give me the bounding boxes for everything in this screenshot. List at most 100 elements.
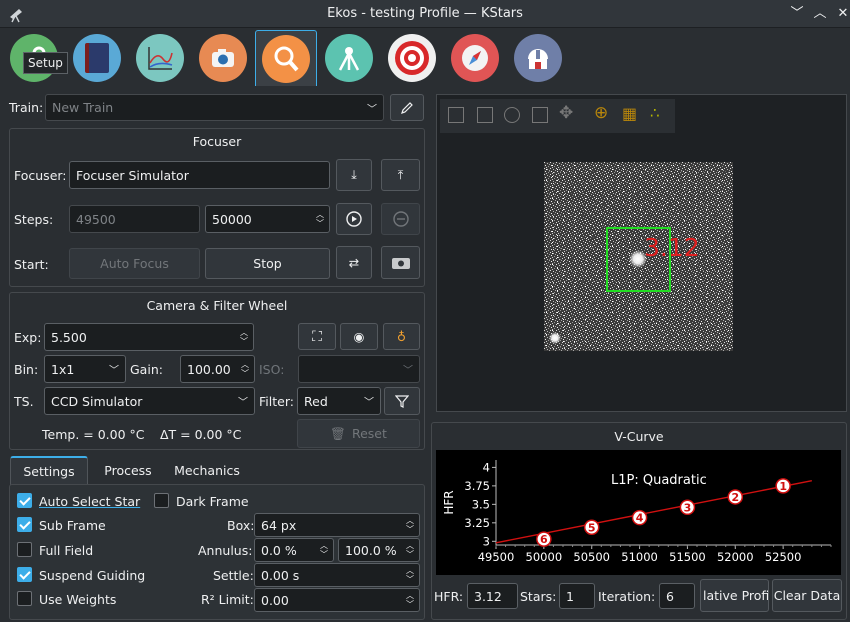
- spin-arrows-icon[interactable]: ︿ ﹀: [406, 589, 416, 611]
- tab-analyze[interactable]: [129, 30, 191, 86]
- train-select[interactable]: New Train ﹀: [45, 94, 384, 121]
- pan-arrows-icon[interactable]: ✥: [559, 103, 573, 123]
- spin-arrows-icon[interactable]: ︿ ﹀: [406, 514, 416, 536]
- reset-label: Reset: [351, 426, 387, 441]
- r2-limit-label: R² Limit:: [201, 592, 254, 607]
- annulus-max-spinbox[interactable]: 100.0 % ︿ ﹀: [338, 538, 420, 562]
- crosshair-toggle-icon[interactable]: [504, 107, 520, 123]
- spin-arrows-icon[interactable]: ︿ ﹀: [240, 324, 250, 350]
- fits-image-viewer[interactable]: ✥ ⊕ ▦ ∴ 3.12: [436, 94, 847, 412]
- close-icon[interactable]: ✕: [833, 4, 850, 24]
- zoom-in-icon[interactable]: [477, 107, 493, 123]
- stop-button[interactable]: Stop: [205, 248, 330, 279]
- tab-capture[interactable]: [192, 30, 254, 86]
- zoom-to-fit-icon[interactable]: [448, 107, 464, 123]
- grid-icon[interactable]: ▦: [622, 104, 637, 123]
- fit-frame-icon[interactable]: [532, 107, 548, 123]
- sub-frame-checkbox[interactable]: [17, 517, 32, 532]
- minimize-chevron-icon[interactable]: ﹀: [787, 4, 807, 24]
- spin-arrows-icon[interactable]: ︿ ﹀: [320, 539, 330, 561]
- tab-mechanics[interactable]: Mechanics: [166, 456, 248, 485]
- exposure-value: 5.500: [51, 329, 87, 345]
- v-curve-title: V-Curve: [614, 429, 664, 444]
- subframe-reset-button[interactable]: ⛶: [298, 323, 336, 350]
- spin-arrows-icon[interactable]: ︿ ﹀: [241, 356, 251, 382]
- observatory-dome-icon: [514, 34, 562, 82]
- exposure-spinbox[interactable]: 5.500 ︿ ﹀: [44, 323, 254, 351]
- start-label: Start:: [14, 257, 49, 272]
- funnel-icon: [395, 395, 409, 408]
- filter-value: Red: [304, 393, 328, 409]
- tab-observatory[interactable]: [507, 30, 569, 86]
- x-tick-label: 51500: [669, 550, 706, 564]
- capture-frame-button[interactable]: [381, 246, 420, 279]
- scheduler-notebook-icon: [73, 34, 121, 82]
- tab-settings[interactable]: Settings: [10, 456, 88, 485]
- y-tick-label: 3.75: [464, 479, 490, 493]
- tab-guide[interactable]: [444, 30, 506, 86]
- box-spinbox[interactable]: 64 px ︿ ﹀: [254, 513, 420, 537]
- annulus-min-spinbox[interactable]: 0.0 % ︿ ﹀: [254, 538, 334, 562]
- hfr-value: 3.12: [474, 588, 502, 604]
- steps-current-field: 49500: [69, 205, 200, 233]
- data-point-label: 2: [731, 491, 739, 504]
- full-field-label: Full Field: [39, 543, 94, 558]
- clear-data-button[interactable]: Clear Data: [772, 579, 842, 612]
- steps-target-spinbox[interactable]: 50000 ︿ ﹀: [205, 205, 330, 233]
- steps-target-value: 50000: [212, 211, 252, 227]
- camera-icon: [391, 257, 410, 269]
- focus-out-button[interactable]: ⤒: [381, 159, 420, 191]
- loop-button[interactable]: ⇄: [336, 246, 372, 279]
- ts-label: TS.: [14, 394, 34, 409]
- focus-in-button[interactable]: ⤓: [336, 159, 372, 191]
- dark-frame-checkbox[interactable]: [154, 493, 169, 508]
- target-icon[interactable]: ⊕: [594, 103, 608, 123]
- filter-select[interactable]: Red ﹀: [297, 387, 381, 415]
- settle-label: Settle:: [213, 568, 254, 583]
- auto-select-star-label: Auto Select Star: [39, 494, 141, 509]
- tab-process[interactable]: Process: [94, 456, 162, 485]
- reset-button[interactable]: 🗑 Reset: [297, 419, 420, 448]
- align-target-icon: [388, 34, 436, 82]
- goto-steps-button[interactable]: [336, 203, 372, 235]
- gain-spinbox[interactable]: 100.00 ︿ ﹀: [180, 355, 255, 383]
- trash-icon: 🗑: [330, 425, 346, 441]
- edit-train-button[interactable]: [390, 94, 424, 121]
- spin-arrows-icon[interactable]: ︿ ﹀: [316, 206, 326, 232]
- suspend-guiding-label: Suspend Guiding: [39, 568, 146, 583]
- spin-arrows-icon[interactable]: ︿ ﹀: [406, 564, 416, 586]
- capture-camera-icon: [199, 34, 247, 82]
- auto-select-star-checkbox[interactable]: [17, 493, 32, 508]
- tab-align[interactable]: [381, 30, 443, 86]
- preview-button[interactable]: ◉: [340, 323, 378, 350]
- v-curve-chart[interactable]: 49500 50000 50500 51000 51500 52000 52500 3 3.25…: [436, 450, 841, 575]
- filter-settings-button[interactable]: [384, 387, 420, 415]
- full-field-checkbox[interactable]: [17, 542, 32, 557]
- maximize-chevron-icon[interactable]: ︿: [810, 4, 830, 24]
- bin-select[interactable]: 1x1 ﹀: [44, 355, 126, 383]
- tab-mount[interactable]: [318, 30, 380, 86]
- camera-settings-button[interactable]: ♁: [383, 323, 420, 350]
- auto-focus-button[interactable]: Auto Focus: [69, 248, 200, 279]
- tab-focus[interactable]: [255, 30, 317, 86]
- stars-output: 1: [559, 583, 595, 609]
- y-tick-label: 3.5: [472, 497, 490, 511]
- star-field-image[interactable]: [544, 162, 733, 351]
- stars-icon[interactable]: ∴: [650, 104, 660, 122]
- r2-limit-spinbox[interactable]: 0.00 ︿ ﹀: [254, 588, 420, 612]
- tab-scheduler[interactable]: [66, 30, 128, 86]
- y-axis-label: HFR: [442, 490, 456, 514]
- webcam-icon: ♁: [396, 329, 407, 344]
- relative-profile-button[interactable]: lative Profile: [700, 579, 769, 612]
- camera-select[interactable]: CCD Simulator ﹀: [44, 387, 255, 415]
- exp-label: Exp:: [14, 330, 42, 345]
- stop-steps-button[interactable]: [381, 203, 420, 235]
- settle-spinbox[interactable]: 0.00 s ︿ ﹀: [254, 563, 420, 587]
- suspend-guiding-checkbox[interactable]: [17, 567, 32, 582]
- use-weights-checkbox[interactable]: [17, 591, 32, 606]
- stars-label: Stars:: [520, 589, 557, 604]
- frame-corners-icon: ⛶: [312, 328, 322, 345]
- spin-arrows-icon[interactable]: ︿ ﹀: [406, 539, 416, 561]
- x-tick-label: 52000: [717, 550, 754, 564]
- focuser-select[interactable]: Focuser Simulator: [69, 161, 330, 189]
